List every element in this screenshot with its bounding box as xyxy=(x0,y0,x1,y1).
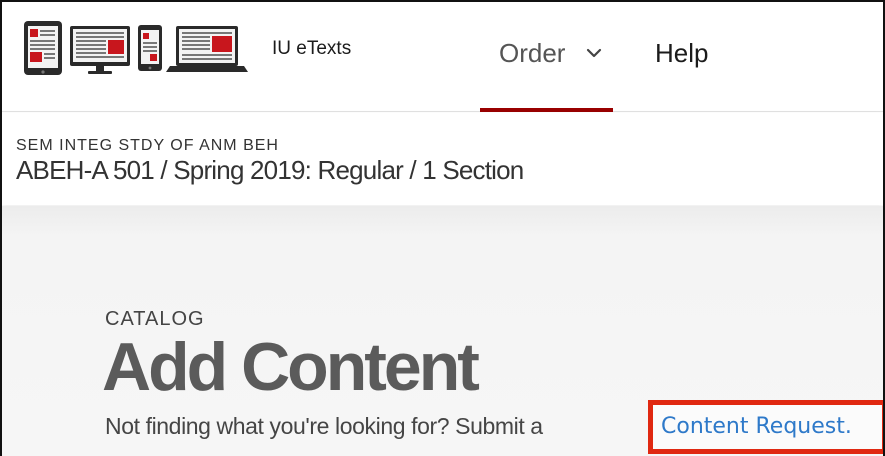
laptop-icon xyxy=(166,26,248,72)
chevron-down-icon xyxy=(586,48,602,58)
top-navigation-bar: IU eTexts Order Help xyxy=(2,2,883,112)
browser-frame: IU eTexts Order Help SEM INTEG STDY OF A… xyxy=(0,0,885,456)
catalog-main: CATALOG Add Content Not finding what you… xyxy=(2,206,883,456)
page-title: Add Content xyxy=(102,329,480,405)
smartphone-icon xyxy=(138,25,162,71)
order-menu[interactable]: Order xyxy=(480,2,613,112)
brand-name: IU eTexts xyxy=(272,38,352,59)
content-request-link[interactable]: Content Request. xyxy=(648,400,883,454)
tablet-icon xyxy=(24,21,62,75)
course-title: ABEH-A 501 / Spring 2019: Regular / 1 Se… xyxy=(16,155,524,185)
content-request-link-text: Content Request. xyxy=(661,414,852,439)
device-logos xyxy=(24,21,248,75)
course-context-bar: SEM INTEG STDY OF ANM BEH ABEH-A 501 / S… xyxy=(2,113,883,205)
content-request-prompt: Not finding what you're looking for? Sub… xyxy=(105,413,543,439)
desktop-monitor-icon xyxy=(70,26,130,74)
help-link[interactable]: Help xyxy=(655,38,708,69)
course-code: SEM INTEG STDY OF ANM BEH xyxy=(16,137,279,154)
order-menu-label: Order xyxy=(499,38,566,68)
